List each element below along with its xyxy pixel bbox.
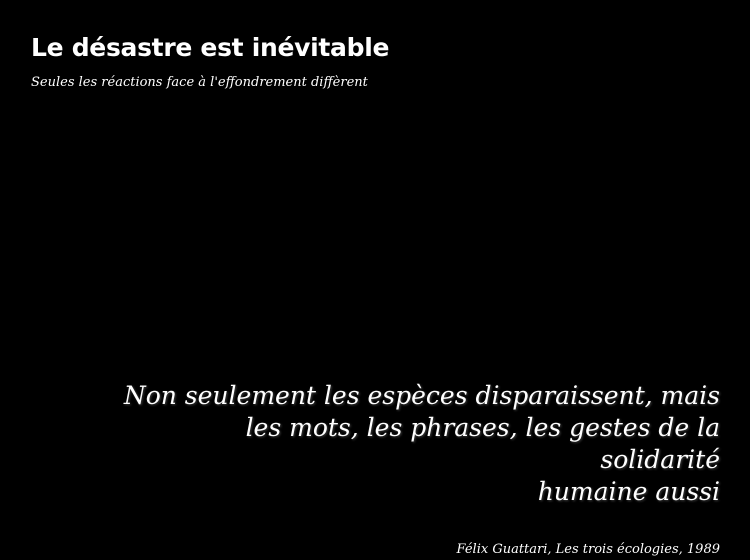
quote-attribution: Félix Guattari, Les trois écologies, 198… [456, 542, 720, 557]
quote-text: Non seulement les espèces disparaissent,… [120, 380, 720, 508]
quote-block: Non seulement les espèces disparaissent,… [120, 380, 720, 559]
quote-line: humaine aussi [537, 477, 720, 506]
quote-line: les mots, les phrases, les gestes de la … [245, 413, 720, 474]
page-header: Le désastre est inévitable Seules les ré… [31, 30, 720, 92]
page-subtitle: Seules les réactions face à l'effondreme… [31, 75, 368, 90]
quote-line: Non seulement les espèces disparaissent,… [123, 381, 720, 410]
page-title[interactable]: Le désastre est inévitable [31, 30, 720, 66]
